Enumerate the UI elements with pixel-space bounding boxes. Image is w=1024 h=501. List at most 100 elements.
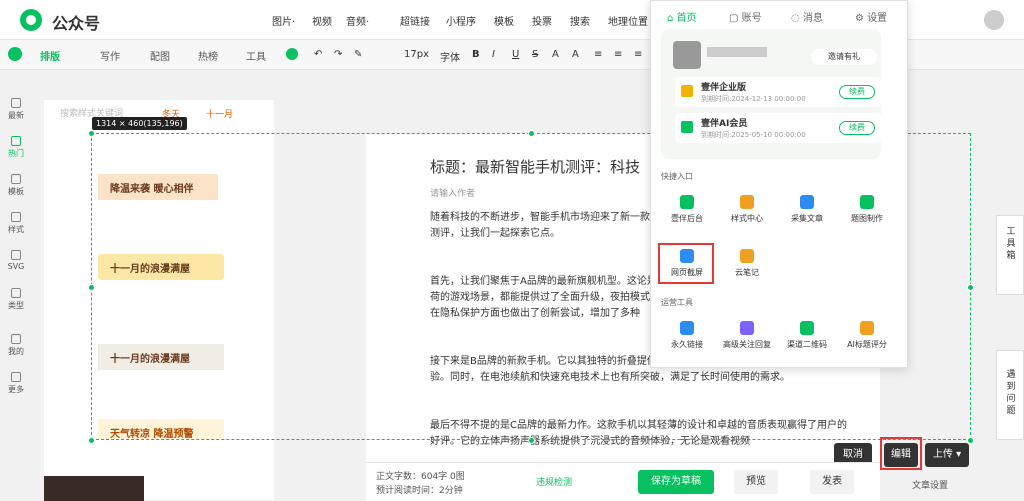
sidebar-item-more[interactable]: 更多 xyxy=(0,372,32,395)
tab-image[interactable]: 配图 xyxy=(150,48,170,63)
bold-icon[interactable]: B xyxy=(472,49,480,60)
preview-button[interactable]: 预览 xyxy=(734,470,778,494)
left-sidebar: 最新 热门 模板 样式 SVG 类型 我的 更多 xyxy=(0,90,32,410)
popup-tab-settings[interactable]: ⚙ 设置 xyxy=(855,9,887,24)
yiban-logo-icon xyxy=(8,47,22,61)
quick-item-cloud-notes[interactable]: 云笔记 xyxy=(717,241,777,287)
sidebar-item-type[interactable]: 类型 xyxy=(0,288,32,311)
svg-icon xyxy=(11,250,21,260)
menu-image[interactable]: 图片· xyxy=(272,13,295,28)
undo-icon[interactable]: ↶ xyxy=(314,49,322,60)
menu-miniprogram[interactable]: 小程序 xyxy=(446,13,476,28)
crop-size-label: 1314 × 460(135,196) xyxy=(92,117,187,130)
link-icon xyxy=(680,321,694,335)
app-title: 公众号 xyxy=(52,14,101,33)
toolbox-float[interactable]: 工具箱 xyxy=(996,215,1024,295)
menu-video[interactable]: 视频 xyxy=(312,13,332,28)
renew-button[interactable]: 续费 xyxy=(839,121,875,135)
user-icon xyxy=(11,334,21,344)
italic-icon[interactable]: I xyxy=(492,49,495,60)
font-family-select[interactable]: 字体 xyxy=(440,49,460,64)
strikethrough-icon[interactable]: S xyxy=(532,49,538,60)
pen-icon xyxy=(740,249,754,263)
resize-handle[interactable] xyxy=(967,284,974,291)
user-name-blurred xyxy=(707,47,767,57)
membership-row: 壹伴企业版 到期时间:2024-12-13 00:00:00 续费 xyxy=(675,77,881,107)
publish-button[interactable]: 发表 xyxy=(810,470,854,494)
quick-item-cover-maker[interactable]: 题图制作 xyxy=(837,187,897,233)
menu-vote[interactable]: 投票 xyxy=(532,13,552,28)
style-icon xyxy=(11,212,21,222)
category-icon xyxy=(11,288,21,298)
ops-item-ai-title-score[interactable]: AI标题评分 xyxy=(837,313,897,359)
popup-tab-home[interactable]: ⌂ 首页 xyxy=(667,9,697,24)
invite-button[interactable]: 邀请有礼 xyxy=(811,49,877,65)
align-left-icon[interactable]: ≡ xyxy=(594,49,602,60)
sidebar-item-style[interactable]: 样式 xyxy=(0,212,32,235)
popup-tab-message[interactable]: ◌ 消息 xyxy=(791,9,823,24)
template-icon xyxy=(11,174,21,184)
quick-item-dashboard[interactable]: 壹伴后台 xyxy=(657,187,717,233)
more-icon xyxy=(11,372,21,382)
upload-button[interactable]: 上传 ▾ xyxy=(925,443,969,467)
sidebar-item-svg[interactable]: SVG xyxy=(0,250,32,271)
highlight-box xyxy=(658,243,714,284)
tab-trending[interactable]: 热榜 xyxy=(198,48,218,63)
quick-entry-title: 快捷入口 xyxy=(661,172,693,181)
feedback-float[interactable]: 遇到问题 xyxy=(996,350,1024,440)
sidebar-item-latest[interactable]: 最新 xyxy=(0,98,32,121)
sidebar-item-template[interactable]: 模板 xyxy=(0,174,32,197)
align-right-icon[interactable]: ≡ xyxy=(634,49,642,60)
article-settings-button[interactable]: 文章设置 xyxy=(912,478,948,491)
violation-check-button[interactable]: 违规检测 xyxy=(536,475,572,488)
ops-item-permalink[interactable]: 永久链接 xyxy=(657,313,717,359)
resize-handle[interactable] xyxy=(88,284,95,291)
ops-tools-title: 运营工具 xyxy=(661,298,693,307)
collect-icon xyxy=(800,195,814,209)
avatar[interactable] xyxy=(984,10,1004,30)
membership-row: 壹伴AI会员 到期时间:2025-05-10 00:00:00 续费 xyxy=(675,113,881,143)
image-icon xyxy=(860,195,874,209)
read-time: 预计阅读时间：2分钟 xyxy=(376,486,463,496)
redo-icon[interactable]: ↷ xyxy=(334,49,342,60)
ops-item-auto-reply[interactable]: 高级关注回复 xyxy=(717,313,777,359)
align-center-icon[interactable]: ≡ xyxy=(614,49,622,60)
sidebar-item-mine[interactable]: 我的 xyxy=(0,334,32,357)
dashboard-icon xyxy=(680,195,694,209)
sidebar-item-hot[interactable]: 热门 xyxy=(0,136,32,159)
ops-item-qrcode[interactable]: 渠道二维码 xyxy=(777,313,837,359)
resize-handle[interactable] xyxy=(88,130,95,137)
quick-item-collect[interactable]: 采集文章 xyxy=(777,187,837,233)
crown-icon xyxy=(681,85,693,97)
quick-item-style-center[interactable]: 样式中心 xyxy=(717,187,777,233)
menu-template[interactable]: 模板 xyxy=(494,13,514,28)
font-size-select[interactable]: 17px xyxy=(404,49,429,60)
highlight-icon[interactable]: A xyxy=(572,49,579,60)
resize-handle[interactable] xyxy=(528,437,535,444)
tab-tools[interactable]: 工具 xyxy=(246,48,266,63)
highlight-box xyxy=(880,437,922,470)
tag-november[interactable]: 十一月 xyxy=(206,107,233,120)
clock-icon xyxy=(11,98,21,108)
membership-date: 到期时间:2025-05-10 00:00:00 xyxy=(701,131,806,139)
style-thumbnail[interactable] xyxy=(44,476,144,501)
membership-name: 壹伴企业版 xyxy=(701,83,747,93)
menu-audio[interactable]: 音频· xyxy=(346,13,369,28)
resize-handle[interactable] xyxy=(528,130,535,137)
resize-handle[interactable] xyxy=(88,437,95,444)
ai-score-icon xyxy=(860,321,874,335)
toolbox-label: 工具箱 xyxy=(1006,227,1016,261)
menu-location[interactable]: 地理位置 xyxy=(608,13,648,28)
font-color-icon[interactable]: A xyxy=(552,49,559,60)
menu-hyperlink[interactable]: 超链接 xyxy=(400,13,430,28)
tab-layout[interactable]: 排版 xyxy=(40,48,60,63)
menu-search[interactable]: 搜索 xyxy=(570,13,590,28)
format-brush-icon[interactable]: ✎ xyxy=(354,49,362,60)
tab-writing[interactable]: 写作 xyxy=(100,48,120,63)
word-count: 正文字数：604字 0图 xyxy=(376,472,465,482)
yiban-popup: ⌂ 首页 ▢ 账号 ◌ 消息 ⚙ 设置 邀请有礼 壹伴企业版 到期时间:2024… xyxy=(650,0,908,368)
renew-button[interactable]: 续费 xyxy=(839,85,875,99)
save-draft-button[interactable]: 保存为草稿 xyxy=(638,470,714,494)
underline-icon[interactable]: U xyxy=(512,49,519,60)
popup-tab-account[interactable]: ▢ 账号 xyxy=(729,9,762,24)
